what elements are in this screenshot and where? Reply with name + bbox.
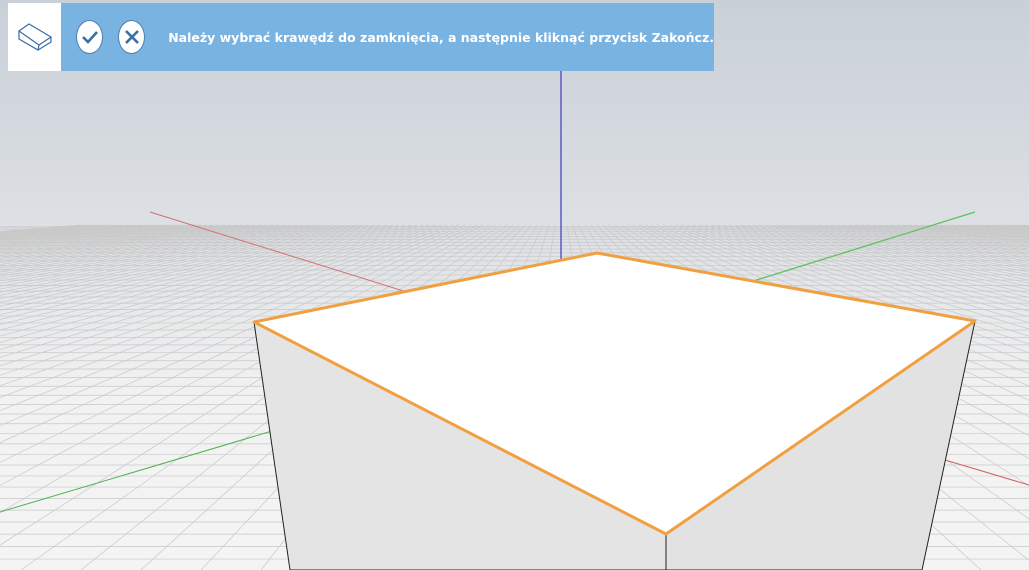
chamfer-edge-icon [8,3,62,71]
grid-line [962,224,1029,232]
grid-line [0,224,286,265]
grid-line [0,224,94,233]
3d-viewport[interactable] [0,0,1029,570]
grid-line [0,224,124,237]
confirm-button[interactable] [76,20,104,54]
grid-line [0,224,142,239]
cancel-button[interactable] [118,20,146,54]
close-icon [124,30,139,44]
grid-line [0,224,238,254]
grid-line [0,224,232,253]
grid-line [980,224,1029,230]
axis-y [749,211,976,283]
grid-line [0,224,208,248]
checkmark-icon [81,31,98,44]
axis-x-front [944,459,1029,486]
box-solid[interactable] [252,251,977,570]
grid-line [0,224,298,269]
grid-line [0,224,310,273]
instruction-message: Należy wybrać krawędź do zamknięcia, a n… [168,29,714,45]
grid-line [0,224,100,234]
axis-y-front [0,430,273,513]
grid-line [0,224,154,240]
command-toolbar: Należy wybrać krawędź do zamknięcia, a n… [8,3,714,71]
grid-line [0,224,244,255]
grid-line [0,224,202,247]
grid-line [0,224,184,244]
grid-line [956,224,1029,233]
